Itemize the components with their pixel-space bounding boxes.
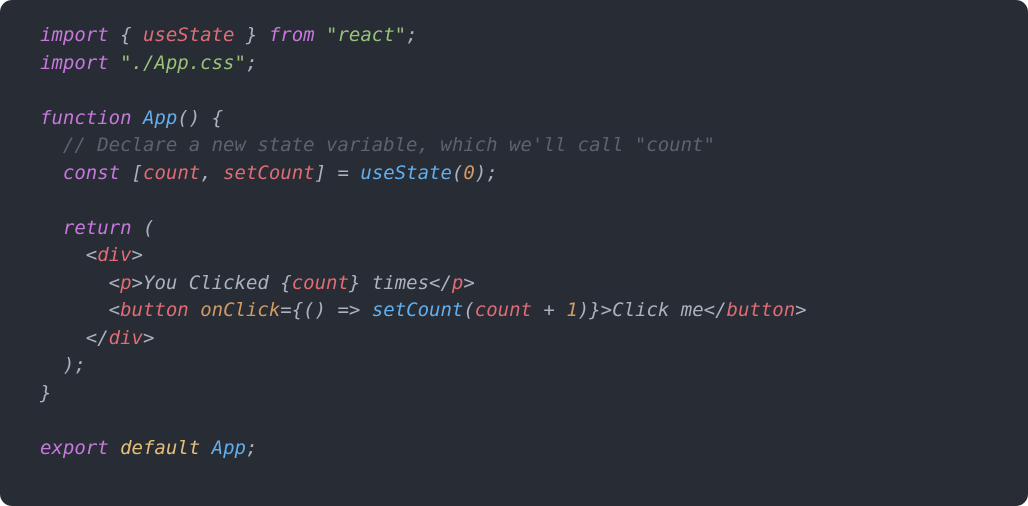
code-line-10: <p>You Clicked {count} times</p>	[40, 272, 475, 294]
angle-open: <	[109, 299, 120, 321]
brace-open: {	[109, 24, 143, 46]
kw-import: import	[40, 52, 109, 74]
code-line-9: <div>	[40, 244, 143, 266]
angle-open: <	[109, 272, 120, 294]
indent	[40, 217, 63, 239]
semi: ;	[246, 437, 257, 459]
brace-close: }	[40, 382, 51, 404]
code-block: import { useState } from "react"; import…	[0, 0, 1028, 506]
code-line-2: import "./App.css";	[40, 52, 257, 74]
attr-onclick: onClick	[200, 299, 280, 321]
brace-open: {	[292, 299, 303, 321]
comment: // Declare a new state variable, which w…	[63, 134, 715, 156]
indent	[40, 134, 63, 156]
tag-p-close: p	[452, 272, 463, 294]
space	[200, 437, 211, 459]
tag-button-close: button	[727, 299, 796, 321]
indent	[40, 354, 63, 376]
fn-app: App	[143, 107, 177, 129]
code-line-12: </div>	[40, 327, 154, 349]
brace-close: }	[349, 272, 360, 294]
paren-open: (	[132, 217, 155, 239]
num-one: 1	[566, 299, 577, 321]
text-times: times	[360, 272, 429, 294]
equals: =	[280, 299, 291, 321]
arrow-fn: () =>	[303, 299, 372, 321]
angle-close-open: </	[429, 272, 452, 294]
kw-return: return	[63, 217, 132, 239]
text-click-me: Click me	[612, 299, 704, 321]
bracket-open: [	[132, 162, 143, 184]
angle-close: >	[463, 272, 474, 294]
space	[132, 107, 143, 129]
code-line-13: );	[40, 354, 86, 376]
paren-open: (	[452, 162, 463, 184]
kw-from: from	[269, 24, 315, 46]
code-line-14: }	[40, 382, 51, 404]
fn-usestate: useState	[360, 162, 452, 184]
equals: =	[326, 162, 360, 184]
kw-export: export	[40, 437, 109, 459]
space	[120, 162, 131, 184]
tag-div-close: div	[109, 327, 143, 349]
kw-default: default	[120, 437, 200, 459]
space	[109, 52, 120, 74]
text-you-clicked: You Clicked	[143, 272, 280, 294]
code-line-8: return (	[40, 217, 154, 239]
angle-close: >	[132, 272, 143, 294]
tag-p: p	[120, 272, 131, 294]
angle-close: >	[143, 327, 154, 349]
fn-setcount: setCount	[372, 299, 464, 321]
indent	[40, 327, 86, 349]
brace-open: {	[280, 272, 291, 294]
kw-const: const	[63, 162, 120, 184]
semi: ;	[246, 52, 257, 74]
space	[109, 437, 120, 459]
id-count: count	[143, 162, 200, 184]
angle-close: >	[795, 299, 806, 321]
angle-close: >	[601, 299, 612, 321]
tag-div: div	[97, 244, 131, 266]
code-line-6: const [count, setCount] = useState(0);	[40, 162, 498, 184]
id-app: App	[212, 437, 246, 459]
id-setcount: setCount	[223, 162, 315, 184]
str-react: "react"	[326, 24, 406, 46]
semi: ;	[406, 24, 417, 46]
code-line-16: export default App;	[40, 437, 257, 459]
angle-close: >	[132, 244, 143, 266]
angle-close-open: </	[86, 327, 109, 349]
comma: ,	[200, 162, 223, 184]
brace-close: }	[234, 24, 268, 46]
paren-open: (	[463, 299, 474, 321]
code-line-4: function App() {	[40, 107, 223, 129]
angle-close-open: </	[704, 299, 727, 321]
id-usestate: useState	[143, 24, 235, 46]
space	[189, 299, 200, 321]
indent	[40, 244, 86, 266]
space	[315, 24, 326, 46]
code-line-11: <button onClick={() => setCount(count + …	[40, 299, 807, 321]
tag-button: button	[120, 299, 189, 321]
angle-open: <	[86, 244, 97, 266]
op-plus: +	[532, 299, 566, 321]
paren-close: )	[578, 299, 589, 321]
kw-import: import	[40, 24, 109, 46]
code-line-1: import { useState } from "react";	[40, 24, 418, 46]
paren-close-semi: );	[63, 354, 86, 376]
str-appcss: "./App.css"	[120, 52, 246, 74]
paren-close-semi: );	[475, 162, 498, 184]
brace-close: }	[589, 299, 600, 321]
code-line-5: // Declare a new state variable, which w…	[40, 134, 715, 156]
id-count: count	[475, 299, 532, 321]
indent	[40, 162, 63, 184]
indent	[40, 272, 109, 294]
kw-function: function	[40, 107, 132, 129]
indent	[40, 299, 109, 321]
id-count: count	[292, 272, 349, 294]
bracket-close: ]	[315, 162, 326, 184]
num-zero: 0	[463, 162, 474, 184]
paren-brace: () {	[177, 107, 223, 129]
